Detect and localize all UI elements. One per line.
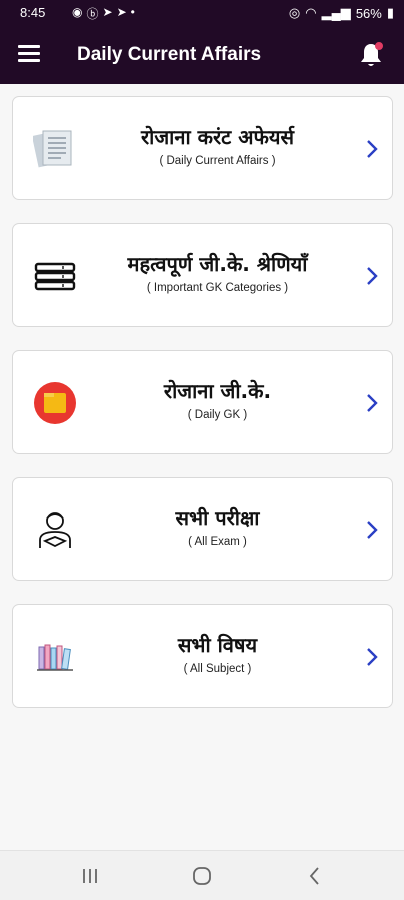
books-stack-icon xyxy=(33,254,77,298)
battery-icon: ▮ xyxy=(386,5,394,20)
status-bar: 8:45 ◉ ⓑ ➤ ➤ • ◎ ◠ ▂▄▆ 56% ▮ xyxy=(0,0,404,27)
system-navigation-bar xyxy=(0,850,404,900)
whatsapp-icon: ◉ xyxy=(72,5,83,19)
page-title: Daily Current Affairs xyxy=(77,44,262,65)
bookshelf-icon xyxy=(33,635,77,679)
menu-icon[interactable] xyxy=(18,45,40,65)
signal-icon: ▂▄▆ xyxy=(321,5,351,20)
card-subtitle: ( Daily Current Affairs ) xyxy=(159,155,276,167)
app-bar: Daily Current Affairs xyxy=(0,27,404,84)
notification-icons: ◉ ⓑ ➤ ➤ • xyxy=(72,5,135,22)
card-all-exam[interactable]: सभी परीक्षा ( All Exam ) xyxy=(12,477,393,581)
back-icon[interactable] xyxy=(302,863,328,889)
status-time: 8:45 xyxy=(20,5,46,20)
card-title: रोजाना करंट अफेयर्स xyxy=(140,125,295,149)
system-icons: ◎ ◠ ▂▄▆ 56% ▮ xyxy=(289,5,394,21)
card-subtitle: ( All Exam ) xyxy=(188,536,247,548)
chevron-right-icon xyxy=(367,394,378,412)
card-daily-gk[interactable]: रोजाना जी.के. ( Daily GK ) xyxy=(12,350,393,454)
card-subtitle: ( Important GK Categories ) xyxy=(146,282,289,294)
card-title: रोजाना जी.के. xyxy=(163,379,272,403)
card-important-gk-categories[interactable]: महत्वपूर्ण जी.के. श्रेणियाँ ( Important … xyxy=(12,223,393,327)
more-dot-icon: • xyxy=(130,5,135,19)
quiz-icon xyxy=(33,381,77,425)
card-all-subject[interactable]: सभी विषय ( All Subject ) xyxy=(12,604,393,708)
chevron-right-icon xyxy=(367,521,378,539)
card-subtitle: ( Daily GK ) xyxy=(187,409,248,421)
wifi-icon: ◠ xyxy=(305,5,317,20)
telegram-icon: ➤ xyxy=(102,5,113,19)
notification-dot xyxy=(375,42,383,50)
battery-percent: 56% xyxy=(355,5,382,21)
chevron-right-icon xyxy=(367,267,378,285)
home-icon[interactable] xyxy=(189,863,215,889)
card-daily-current-affairs[interactable]: रोजाना करंट अफेयर्स ( Daily Current Affa… xyxy=(12,96,393,200)
notification-bell-icon[interactable] xyxy=(358,41,384,69)
card-title: सभी विषय xyxy=(177,633,258,657)
hotspot-icon: ◎ xyxy=(288,5,301,20)
chevron-right-icon xyxy=(367,140,378,158)
document-icon xyxy=(31,127,77,171)
telegram-icon-2: ➤ xyxy=(116,5,127,19)
card-subtitle: ( All Subject ) xyxy=(183,663,252,675)
card-title: सभी परीक्षा xyxy=(175,506,260,530)
card-title: महत्वपूर्ण जी.के. श्रेणियाँ xyxy=(127,252,308,276)
recent-apps-icon[interactable] xyxy=(77,863,103,889)
student-icon xyxy=(33,508,77,552)
chevron-right-icon xyxy=(367,648,378,666)
whatsapp-business-icon: ⓑ xyxy=(86,7,99,21)
